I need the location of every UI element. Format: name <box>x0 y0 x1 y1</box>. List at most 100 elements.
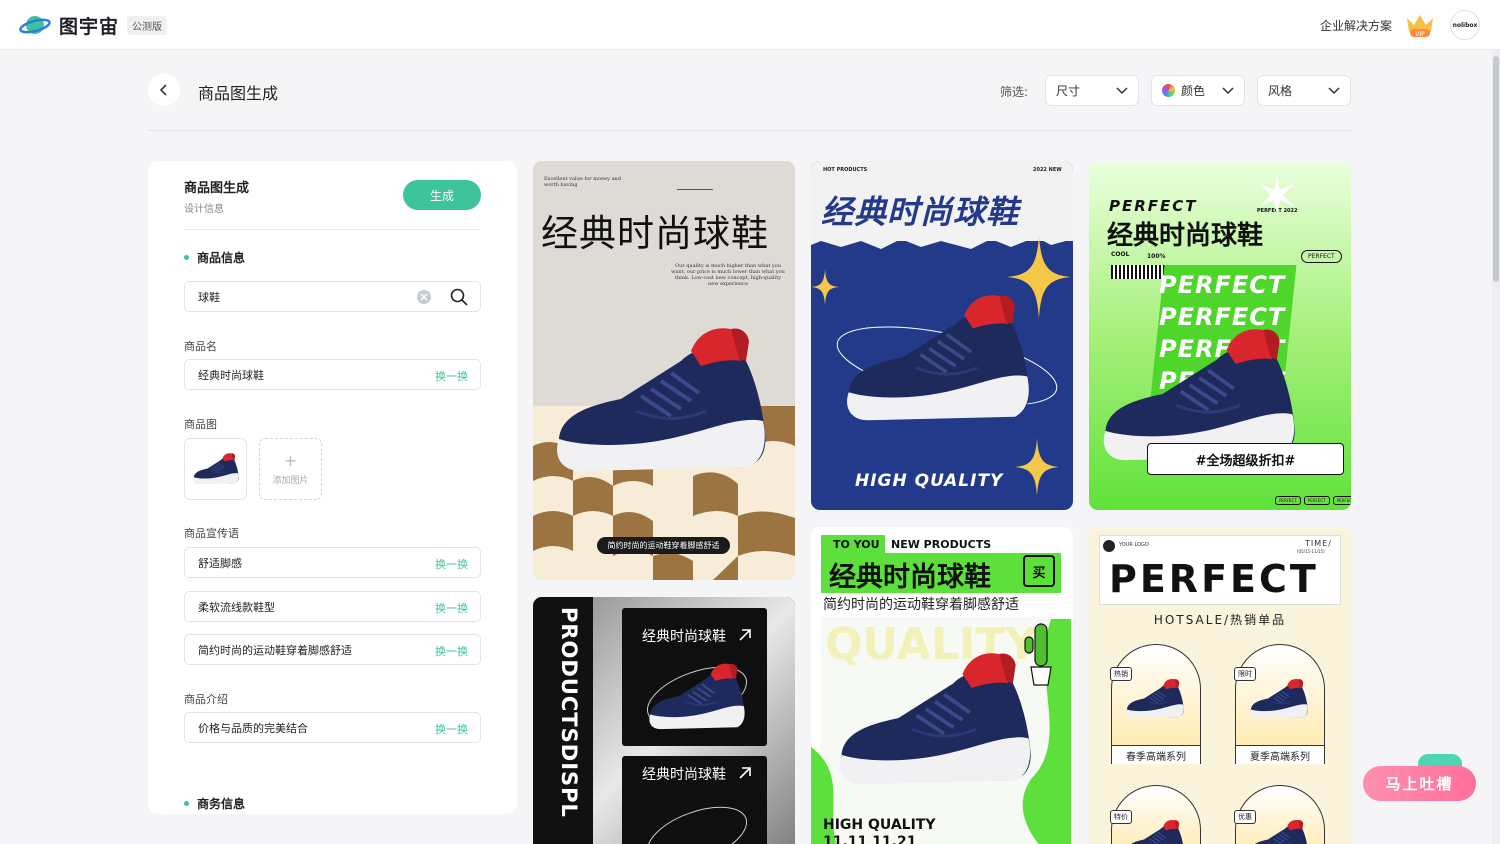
filter-label: 筛选: <box>1000 85 1029 99</box>
product-name-field[interactable]: 经典时尚球鞋 换一换 <box>184 359 481 390</box>
template-card-green-quality[interactable]: TO YOU NEW PRODUCTS 经典时尚球鞋 买 简约时尚的运动鞋穿着脚… <box>811 527 1073 844</box>
small-tag-row: PERFECT PERFECT PERFECT <box>1275 496 1351 505</box>
small-tag: PERFECT <box>1275 496 1301 505</box>
product-image-thumbnail[interactable] <box>184 438 247 500</box>
product-intro-field[interactable]: 价格与品质的完美结合 换一换 <box>184 712 481 743</box>
product-intro-label: 商品介绍 <box>184 693 228 706</box>
cool-label: COOL <box>1111 251 1130 258</box>
page-scrollbar-thumb[interactable] <box>1493 56 1499 282</box>
to-you-label: TO YOU <box>833 538 880 551</box>
card-title: 经典时尚球鞋 <box>829 562 991 593</box>
color-filter-dropdown[interactable]: 颜色 <box>1151 75 1245 106</box>
panel-subtitle: 设计信息 <box>184 204 224 215</box>
business-info-heading: 商务信息 <box>197 797 246 811</box>
slogan-value-1: 舒适脚感 <box>198 556 242 570</box>
user-avatar[interactable]: nolibox <box>1450 10 1480 40</box>
template-card-navy-stars[interactable]: HOT PRODUCTS 2022 NEW 经典时尚球鞋 HIGH QUALIT… <box>811 161 1073 510</box>
display-title-2: 经典时尚球鞋 <box>642 767 726 783</box>
style-filter-dropdown[interactable]: 风格 <box>1257 75 1351 106</box>
sparkle-star-icon <box>1015 438 1059 496</box>
clear-icon[interactable] <box>416 289 432 305</box>
display-tile-2: 经典时尚球鞋 <box>622 756 767 844</box>
product-search-input[interactable]: 球鞋 <box>184 281 481 312</box>
big-perfect-word: PERFECT <box>1109 557 1319 601</box>
template-card-dark-display[interactable]: PRODUCTSDISPL 经典时尚球鞋 经典时尚球鞋 <box>533 597 795 844</box>
slogan-field-1[interactable]: 舒适脚感 换一换 <box>184 547 481 578</box>
small-tag: PERFECT <box>1332 496 1351 505</box>
back-button[interactable] <box>148 74 180 106</box>
swap-button[interactable]: 换一换 <box>435 643 468 659</box>
product-name-value: 经典时尚球鞋 <box>198 368 264 382</box>
card-tagline: Excellent value for money and worth havi… <box>544 176 621 188</box>
shoe-image <box>1122 818 1188 844</box>
card-rule <box>677 189 713 190</box>
add-image-label: 添加图片 <box>272 475 309 486</box>
burst-star-icon <box>1259 175 1295 215</box>
card-subtitle: 简约时尚的运动鞋穿着脚感舒适 <box>823 597 1019 613</box>
product-arch-4: 优惠 <box>1234 785 1325 844</box>
arrow-up-right-icon <box>739 767 751 779</box>
discount-box: #全场超级折扣# <box>1147 443 1344 475</box>
small-tag: PERFECT <box>1303 496 1330 505</box>
template-card-cream-hotsale[interactable]: YOUR LOGO TIME/ [05/15-11/15] PERFECT HO… <box>1089 527 1351 844</box>
enterprise-solutions-link[interactable]: 企业解决方案 <box>1320 17 1392 34</box>
feedback-button[interactable]: 马上吐槽 <box>1363 766 1476 801</box>
buy-icon: 买 <box>1023 555 1055 587</box>
size-filter-label: 尺寸 <box>1056 84 1081 98</box>
planet-logo-icon[interactable] <box>19 12 51 38</box>
shoe-image <box>190 451 242 487</box>
perfect-label: PERFECT <box>1109 197 1198 215</box>
logo-placeholder-icon <box>1103 540 1115 552</box>
vip-crown-icon[interactable]: VIP <box>1404 12 1436 38</box>
size-filter-dropdown[interactable]: 尺寸 <box>1045 75 1139 106</box>
perfect-bg-word-1: PERFECT <box>1159 271 1286 299</box>
shoe-image <box>1246 677 1312 721</box>
shoe-image <box>1122 677 1188 721</box>
swap-button[interactable]: 换一换 <box>435 368 468 384</box>
template-card-green-perfect[interactable]: PERFECT PERFECT 2022 经典时尚球鞋 COOL 100% PE… <box>1089 161 1351 510</box>
template-card-classic-beige[interactable]: Excellent value for money and worth havi… <box>533 161 795 580</box>
card-tagline: HIGH QUALITY <box>855 471 1004 491</box>
slogan-field-2[interactable]: 柔软流线款鞋型 换一换 <box>184 591 481 622</box>
vertical-word: PRODUCTSDISPL <box>557 607 581 818</box>
card-slogan-pill: 简约时尚的运动鞋穿着脚感舒适 <box>597 537 730 554</box>
page-title: 商品图生成 <box>198 84 279 103</box>
search-icon[interactable] <box>450 288 468 306</box>
swap-button[interactable]: 换一换 <box>435 600 468 616</box>
hotsale-label: HOTSALE/热销单品 <box>1153 613 1287 627</box>
card-description: Our quality is much higher than what you… <box>671 263 785 287</box>
perfect-badge: PERFECT <box>1301 250 1342 263</box>
add-image-button[interactable]: + 添加图片 <box>259 438 322 500</box>
card-title: 经典时尚球鞋 <box>1107 221 1264 251</box>
display-title-1: 经典时尚球鞋 <box>642 629 726 645</box>
time-label: TIME/ <box>1305 539 1332 548</box>
shoe-image <box>825 645 1045 795</box>
arch-label: 夏季高端系列 <box>1236 745 1324 764</box>
product-search-value: 球鞋 <box>198 290 220 304</box>
chevron-left-icon <box>159 84 167 96</box>
brand-name[interactable]: 图宇宙 <box>59 12 119 39</box>
slogan-field-3[interactable]: 简约时尚的运动鞋穿着脚感舒适 换一换 <box>184 634 481 665</box>
arrow-up-right-icon <box>739 629 751 641</box>
card-title: 经典时尚球鞋 <box>821 193 1020 231</box>
section-dot-icon <box>184 801 189 806</box>
panel-divider <box>184 229 481 230</box>
shoe-image <box>642 660 752 734</box>
product-intro-value: 价格与品质的完美结合 <box>198 721 308 735</box>
year-label: 2022 NEW <box>1033 167 1062 173</box>
generate-button[interactable]: 生成 <box>403 180 481 210</box>
product-info-heading: 商品信息 <box>197 251 246 265</box>
product-arch-2: 限时 夏季高端系列 <box>1234 644 1325 764</box>
panel-title: 商品图生成 <box>184 181 250 196</box>
shoe-image <box>1246 818 1312 844</box>
business-info-section-heading: 商务信息 <box>184 795 245 812</box>
slogan-value-2: 柔软流线款鞋型 <box>198 600 275 614</box>
style-filter-label: 风格 <box>1268 84 1293 98</box>
swap-button[interactable]: 换一换 <box>435 721 468 737</box>
chevron-down-icon <box>1116 87 1128 95</box>
time-range: [05/15-11/15] <box>1297 549 1325 554</box>
color-filter-label: 颜色 <box>1181 84 1206 98</box>
plus-icon: + <box>283 450 298 470</box>
swap-button[interactable]: 换一换 <box>435 556 468 572</box>
color-wheel-icon <box>1162 84 1175 97</box>
